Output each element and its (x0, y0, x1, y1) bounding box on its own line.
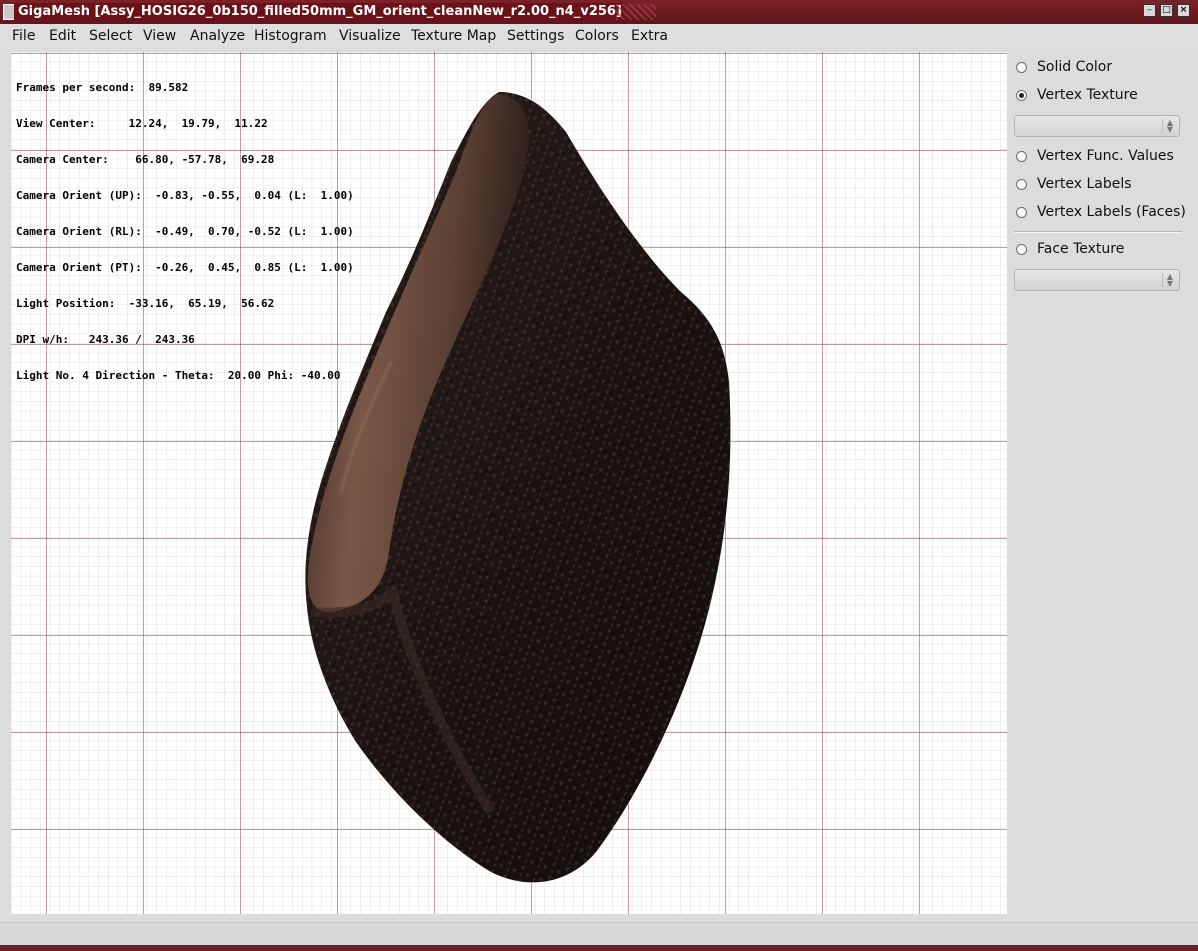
minimize-button[interactable]: – (1143, 4, 1156, 17)
info-dpi: DPI w/h: 243.36 / 243.36 (16, 333, 195, 346)
info-camera-orient-rl: Camera Orient (RL): -0.49, 0.70, -0.52 (… (16, 225, 354, 238)
chevron-up-down-icon: ▲ ▼ (1162, 119, 1177, 134)
3d-viewport[interactable]: Frames per second: 89.582 View Center: 1… (11, 52, 1007, 914)
option-label: Solid Color (1037, 59, 1113, 75)
window-title: GigaMesh [Assy_HOSIG26_0b150_filled50mm_… (14, 3, 626, 21)
status-bar (0, 922, 1198, 945)
menu-colors[interactable]: Colors (575, 28, 619, 44)
menu-view[interactable]: View (143, 28, 176, 44)
menu-histogram[interactable]: Histogram (254, 28, 327, 44)
viewport-info-overlay: Frames per second: 89.582 View Center: 1… (16, 58, 354, 406)
face-texture-select[interactable]: ▲ ▼ (1014, 269, 1180, 291)
desktop-strip (0, 945, 1198, 951)
menu-bar: File Edit Select View Analyze Histogram … (0, 24, 1198, 48)
menu-visualize[interactable]: Visualize (339, 28, 401, 44)
menu-analyze[interactable]: Analyze (190, 28, 245, 44)
radio-vertex-labels[interactable] (1016, 179, 1027, 190)
title-bar[interactable]: GigaMesh [Assy_HOSIG26_0b150_filled50mm_… (0, 0, 1198, 25)
option-label: Face Texture (1037, 241, 1125, 257)
vertex-texture-select[interactable]: ▲ ▼ (1014, 115, 1180, 137)
option-label: Vertex Texture (1037, 87, 1138, 103)
radio-vertex-func-values[interactable] (1016, 151, 1027, 162)
radio-solid-color[interactable] (1016, 62, 1027, 73)
option-label: Vertex Func. Values (1037, 148, 1174, 164)
panel-separator (1014, 231, 1182, 233)
menu-texture-map[interactable]: Texture Map (411, 28, 496, 44)
gigamesh-window: GigaMesh [Assy_HOSIG26_0b150_filled50mm_… (0, 0, 1198, 951)
radio-vertex-texture[interactable] (1016, 90, 1027, 101)
info-camera-orient-up: Camera Orient (UP): -0.83, -0.55, 0.04 (… (16, 189, 354, 202)
info-camera-center: Camera Center: 66.80, -57.78, 69.28 (16, 153, 275, 166)
chevron-up-down-icon: ▲ ▼ (1162, 273, 1177, 288)
radio-face-texture[interactable] (1016, 244, 1027, 255)
menu-edit[interactable]: Edit (49, 28, 76, 44)
info-view-center: View Center: 12.24, 19.79, 11.22 (16, 117, 268, 130)
close-button[interactable]: × (1177, 4, 1190, 17)
option-label: Vertex Labels (1037, 176, 1132, 192)
menu-select[interactable]: Select (89, 28, 132, 44)
menu-file[interactable]: File (12, 28, 35, 44)
visualization-panel: Solid Color Vertex Texture ▲ ▼ Vertex Fun… (1008, 52, 1198, 922)
info-camera-orient-pt: Camera Orient (PT): -0.26, 0.45, 0.85 (L… (16, 261, 354, 274)
menu-settings[interactable]: Settings (507, 28, 564, 44)
menu-extra[interactable]: Extra (631, 28, 668, 44)
maximize-button[interactable]: □ (1160, 4, 1173, 17)
title-bar-texture (616, 4, 656, 20)
option-label: Vertex Labels (Faces) (1037, 204, 1186, 220)
info-light-position: Light Position: -33.16, 65.19, 56.62 (16, 297, 275, 310)
info-frames-per-second: Frames per second: 89.582 (16, 81, 189, 94)
info-light-direction: Light No. 4 Direction - Theta: 20.00 Phi… (16, 369, 341, 382)
radio-vertex-labels-faces[interactable] (1016, 207, 1027, 218)
